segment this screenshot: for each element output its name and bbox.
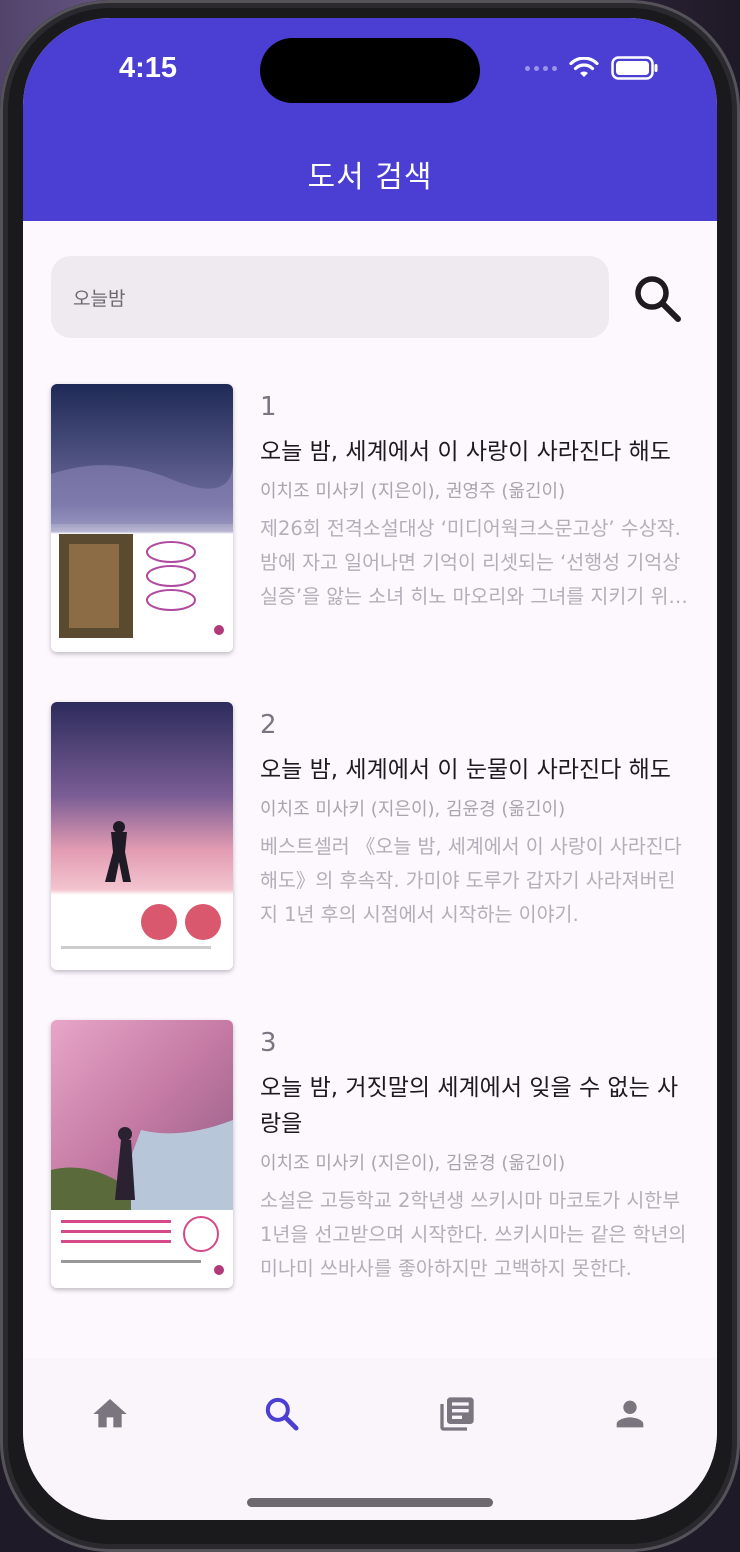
book-rank: 3 bbox=[260, 1028, 277, 1058]
status-icons bbox=[525, 56, 659, 80]
search-icon bbox=[635, 276, 681, 322]
search-button[interactable] bbox=[629, 270, 687, 328]
dynamic-island bbox=[260, 38, 480, 103]
book-cover bbox=[51, 702, 233, 970]
list-item[interactable]: 2 오늘 밤, 세계에서 이 눈물이 사라진다 해도 이치조 미사키 (지은이)… bbox=[51, 702, 691, 1020]
book-list: 1 오늘 밤, 세계에서 이 사랑이 사라진다 해도 이치조 미사키 (지은이)… bbox=[51, 384, 691, 1338]
book-info: 1 오늘 밤, 세계에서 이 사랑이 사라진다 해도 이치조 미사키 (지은이)… bbox=[260, 384, 692, 614]
book-description: 제26회 전격소설대상 ‘미디어웍크스문고상’ 수상작. 밤에 자고 일어나면 … bbox=[260, 517, 687, 608]
book-description: 소설은 고등학교 2학년생 쓰키시마 마코토가 시한부 1년을 선고받으며 시작… bbox=[260, 1189, 687, 1280]
book-author: 이치조 미사키 (지은이), 김윤경 (옮긴이) bbox=[260, 799, 566, 820]
book-rank: 1 bbox=[260, 392, 277, 422]
list-item[interactable]: 3 오늘 밤, 거짓말의 세계에서 잊을 수 없는 사랑을 이치조 미사키 (지… bbox=[51, 1020, 691, 1338]
library-icon bbox=[440, 1397, 474, 1431]
book-author: 이치조 미사키 (지은이), 김윤경 (옮긴이) bbox=[260, 1153, 566, 1174]
book-author: 이치조 미사키 (지은이), 권영주 (옮긴이) bbox=[260, 481, 566, 502]
search-bar bbox=[51, 256, 691, 340]
search-icon bbox=[265, 1397, 299, 1431]
nav-profile[interactable] bbox=[600, 1384, 660, 1444]
list-item[interactable]: 1 오늘 밤, 세계에서 이 사랑이 사라진다 해도 이치조 미사키 (지은이)… bbox=[51, 384, 691, 702]
book-cover bbox=[51, 1020, 233, 1288]
person-icon bbox=[616, 1400, 644, 1428]
page-title: 도서 검색 bbox=[307, 160, 433, 195]
search-input[interactable] bbox=[51, 256, 609, 338]
book-title: 오늘 밤, 세계에서 이 눈물이 사라진다 해도 bbox=[260, 757, 671, 783]
nav-home[interactable] bbox=[80, 1384, 140, 1444]
book-info: 3 오늘 밤, 거짓말의 세계에서 잊을 수 없는 사랑을 이치조 미사키 (지… bbox=[260, 1020, 692, 1286]
book-description: 베스트셀러 《오늘 밤, 세계에서 이 사랑이 사라진다 해도》의 후속작. 가… bbox=[260, 835, 682, 926]
book-title: 오늘 밤, 세계에서 이 사랑이 사라진다 해도 bbox=[260, 439, 671, 465]
app-bar: 4:15 도서 검색 bbox=[23, 18, 717, 221]
home-indicator[interactable] bbox=[247, 1498, 493, 1507]
home-icon bbox=[93, 1399, 127, 1428]
nav-library[interactable] bbox=[427, 1384, 487, 1444]
nav-search[interactable] bbox=[252, 1384, 312, 1444]
bottom-navigation bbox=[23, 1358, 717, 1520]
signal-icon bbox=[525, 65, 557, 71]
battery-icon bbox=[611, 56, 658, 80]
book-rank: 2 bbox=[260, 710, 277, 740]
book-cover bbox=[51, 384, 233, 652]
book-info: 2 오늘 밤, 세계에서 이 눈물이 사라진다 해도 이치조 미사키 (지은이)… bbox=[260, 702, 692, 932]
wifi-icon bbox=[569, 57, 599, 77]
screen: 4:15 도서 검색 오늘밤 1 오늘 밤, 세계에서 이 사랑이 사라진다 해… bbox=[23, 18, 717, 1520]
book-title: 오늘 밤, 거짓말의 세계에서 잊을 수 없는 사랑을 bbox=[260, 1075, 679, 1137]
status-time: 4:15 bbox=[119, 52, 178, 84]
